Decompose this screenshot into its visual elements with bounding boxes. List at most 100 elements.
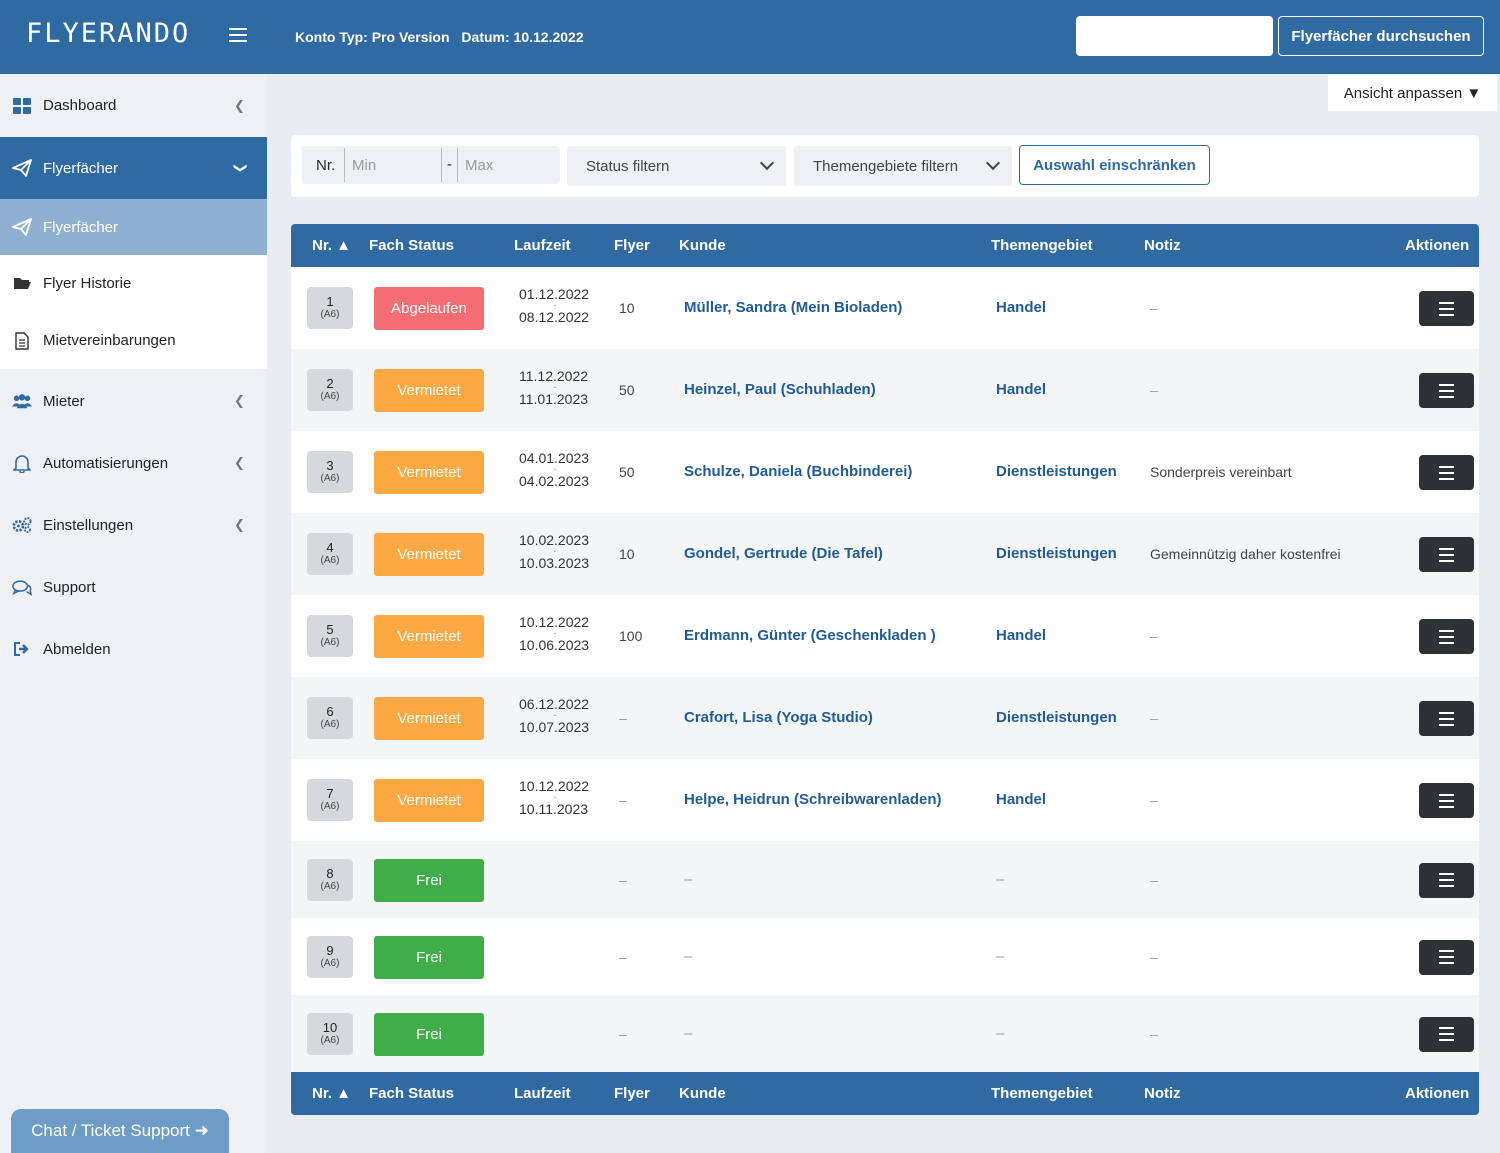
customer-link[interactable]: Heinzel, Paul (Schuhladen) [684, 381, 876, 398]
search-button[interactable]: Flyerfächer durchsuchen [1278, 16, 1484, 56]
slot-size: (A6) [320, 801, 340, 812]
view-customize-button[interactable]: Ansicht anpassen ▼ [1328, 75, 1497, 111]
column-header-aktionen: Aktionen [1405, 237, 1470, 254]
status-filter-select[interactable]: Status filtern [567, 146, 786, 186]
nr-min-input[interactable]: Min [344, 148, 442, 182]
menu-bar [1439, 553, 1454, 556]
paper-plane-icon [12, 159, 32, 177]
row-actions-menu-button[interactable] [1419, 783, 1474, 818]
rental-period: 04.01.2023-04.02.2023 [519, 451, 591, 488]
note-text: – [1150, 710, 1158, 726]
customer-link[interactable]: Gondel, Gertrude (Die Tafel) [684, 545, 883, 562]
menu-bar [1439, 389, 1454, 392]
customer-link[interactable]: Schulze, Daniela (Buchbinderei) [684, 463, 912, 480]
status-badge[interactable]: Frei [374, 1012, 484, 1056]
topic-link: – [996, 947, 1005, 965]
table-header: Nr. ▲ Fach Status Laufzeit Flyer Kunde T… [291, 224, 1479, 267]
slot-number-badge: 10 (A6) [307, 1012, 353, 1055]
sidebar-item-einstellungen[interactable]: Einstellungen ❮ [0, 494, 267, 556]
sidebar-item-label: Automatisierungen [43, 454, 169, 472]
column-header-flyer[interactable]: Flyer [614, 237, 650, 254]
topic-link[interactable]: Handel [996, 299, 1046, 316]
sidebar-item-automatisierungen[interactable]: Automatisierungen ❮ [0, 432, 267, 494]
status-badge[interactable]: Abgelaufen [374, 287, 484, 330]
topic-link[interactable]: Handel [996, 627, 1046, 644]
rental-period: 06.12.2022-10.07.2023 [519, 697, 591, 734]
status-badge[interactable]: Frei [374, 935, 484, 979]
period-end: 10.03.2023 [519, 555, 590, 571]
sidebar-subitem-flyerfaecher[interactable]: Flyerfächer [0, 199, 267, 255]
slot-size: (A6) [320, 555, 340, 566]
status-badge[interactable]: Vermietet [374, 533, 484, 576]
row-actions-menu-button[interactable] [1419, 862, 1474, 898]
sidebar-item-flyerfaecher[interactable]: Flyerfächer ❮ [0, 137, 267, 199]
row-actions-menu-button[interactable] [1419, 455, 1474, 490]
chevron-down-icon [985, 155, 1001, 171]
customer-link[interactable]: Helpe, Heidrun (Schreibwarenladen) [684, 791, 942, 808]
row-actions-menu-button[interactable] [1419, 939, 1474, 975]
sidebar-item-label: Flyer Historie [43, 275, 132, 292]
column-footer-laufzeit[interactable]: Laufzeit [514, 1085, 571, 1102]
column-header-notiz[interactable]: Notiz [1144, 237, 1181, 254]
menu-toggle-icon[interactable] [229, 28, 247, 44]
slot-number: 8 [326, 865, 334, 881]
row-actions-menu-button[interactable] [1419, 291, 1474, 326]
status-badge[interactable]: Vermietet [374, 779, 484, 822]
sidebar-item-abmelden[interactable]: Abmelden [0, 618, 267, 680]
slot-number: 10 [322, 1019, 338, 1035]
row-actions-menu-button[interactable] [1419, 1016, 1474, 1052]
chevron-left-icon: ❮ [234, 455, 245, 470]
slot-size: (A6) [320, 309, 340, 320]
rental-period: 01.12.2022-08.12.2022 [519, 287, 591, 324]
sidebar-item-mieter[interactable]: Mieter ❮ [0, 370, 267, 432]
column-footer-status[interactable]: Fach Status [369, 1085, 454, 1102]
row-actions-menu-button[interactable] [1419, 619, 1474, 654]
column-footer-notiz[interactable]: Notiz [1144, 1085, 1181, 1102]
restrict-selection-button[interactable]: Auswahl einschränken [1019, 145, 1210, 185]
topic-link[interactable]: Dienstleistungen [996, 709, 1117, 726]
topic-filter-select[interactable]: Themengebiete filtern [794, 146, 1012, 186]
sidebar-item-label: Mieter [43, 392, 85, 410]
topic-link[interactable]: Dienstleistungen [996, 463, 1117, 480]
slot-number-badge: 2 (A6) [307, 369, 353, 411]
column-footer-kunde[interactable]: Kunde [679, 1085, 726, 1102]
topic-link[interactable]: Handel [996, 791, 1046, 808]
row-actions-menu-button[interactable] [1419, 373, 1474, 408]
status-badge[interactable]: Frei [374, 858, 484, 902]
column-footer-themengebiet[interactable]: Themengebiet [991, 1085, 1093, 1102]
search-input[interactable] [1076, 16, 1273, 56]
slot-number-badge: 6 (A6) [307, 697, 353, 739]
status-badge[interactable]: Vermietet [374, 697, 484, 740]
topic-link[interactable]: Dienstleistungen [996, 545, 1117, 562]
status-badge[interactable]: Vermietet [374, 369, 484, 412]
table-row: 10 (A6) Frei – – – – [291, 995, 1479, 1072]
topic-link[interactable]: Handel [996, 381, 1046, 398]
column-header-status[interactable]: Fach Status [369, 237, 454, 254]
app-logo[interactable]: FLYERANDO [26, 18, 190, 49]
column-header-kunde[interactable]: Kunde [679, 237, 726, 254]
slot-number: 4 [326, 540, 334, 555]
status-badge[interactable]: Vermietet [374, 615, 484, 658]
sidebar-subitem-mietvereinbarungen[interactable]: Mietvereinbarungen [0, 312, 267, 369]
column-header-themengebiet[interactable]: Themengebiet [991, 237, 1093, 254]
topic-filter-label: Themengebiete filtern [813, 157, 959, 175]
customer-link[interactable]: Crafort, Lisa (Yoga Studio) [684, 709, 873, 726]
chevron-down-icon [759, 155, 775, 171]
nr-max-input[interactable]: Max [457, 148, 554, 182]
sidebar-item-support[interactable]: Support [0, 556, 267, 618]
row-actions-menu-button[interactable] [1419, 537, 1474, 572]
menu-bar [1439, 717, 1454, 720]
customer-link[interactable]: Erdmann, Günter (Geschenkladen ) [684, 627, 936, 644]
status-badge[interactable]: Vermietet [374, 451, 484, 494]
chat-ticket-support-button[interactable]: Chat / Ticket Support ➜ [11, 1109, 229, 1153]
column-footer-nr[interactable]: Nr. ▲ [312, 1085, 351, 1102]
column-header-laufzeit[interactable]: Laufzeit [514, 237, 571, 254]
slot-size: (A6) [320, 1034, 340, 1046]
sidebar-item-dashboard[interactable]: Dashboard ❮ [0, 74, 267, 137]
row-actions-menu-button[interactable] [1419, 701, 1474, 736]
sidebar-item-label: Abmelden [43, 640, 111, 658]
column-footer-flyer[interactable]: Flyer [614, 1085, 650, 1102]
column-header-nr[interactable]: Nr. ▲ [312, 237, 351, 254]
sidebar-subitem-flyer-historie[interactable]: Flyer Historie [0, 255, 267, 312]
customer-link[interactable]: Müller, Sandra (Mein Bioladen) [684, 299, 902, 316]
